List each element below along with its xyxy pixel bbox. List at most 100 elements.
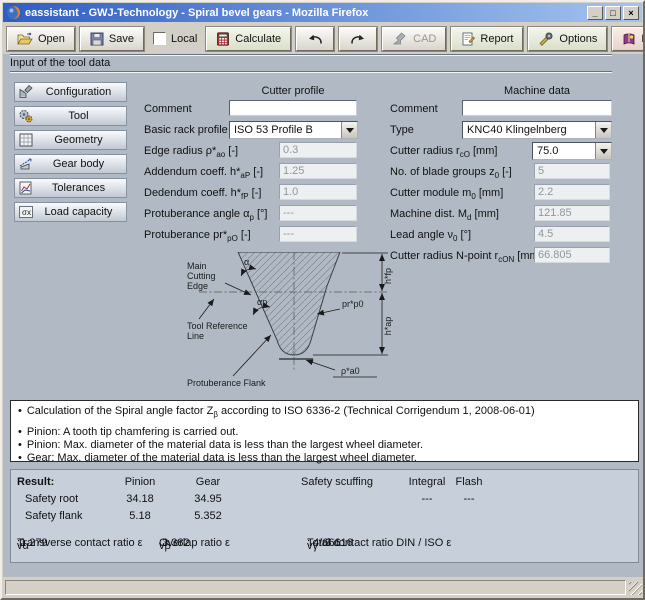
redo-button[interactable]: [339, 27, 377, 51]
open-button[interactable]: Open: [7, 27, 75, 51]
total-contact-ratio: Total contact ratio DIN / ISO εvγ: 4.661…: [307, 537, 325, 549]
bullet-icon: •: [18, 439, 22, 452]
safety-root-flash: ---: [464, 493, 475, 505]
cutter-comment-input[interactable]: [229, 100, 357, 116]
dedendum-coeff-input[interactable]: [279, 184, 357, 200]
message-line: • Calculation of the Spiral angle factor…: [18, 405, 631, 418]
messages-box: • Calculation of the Spiral angle factor…: [10, 400, 639, 462]
protuberance-angle-label: Protuberance angle αp [°]: [144, 208, 267, 220]
local-label: Local: [171, 33, 197, 45]
chevron-down-icon[interactable]: [595, 143, 611, 159]
safety-flank-gear: 5.352: [194, 510, 222, 522]
calculate-button[interactable]: Calculate: [206, 27, 291, 51]
sidebar-item-geometry[interactable]: Geometry: [14, 130, 127, 150]
cad-icon: [392, 32, 408, 45]
addendum-coeff-input[interactable]: [279, 163, 357, 179]
diagram-label-ref-2: Line: [187, 331, 204, 341]
title-bar: eassistant - GWJ-Technology - Spiral bev…: [3, 3, 642, 22]
machine-type-dropdown[interactable]: KNC40 Klingelnberg: [462, 121, 612, 139]
diagram-label-alpha-p: αp: [257, 297, 267, 307]
diagram-label-ref-1: Tool Reference: [187, 321, 248, 331]
message-line: • Pinion: A tooth tip chamfering is carr…: [18, 426, 631, 439]
basic-rack-profile-label: Basic rack profile: [144, 124, 228, 136]
addendum-coeff-label: Addendum coeff. h*aP [-]: [144, 166, 263, 178]
save-button[interactable]: Save: [80, 27, 144, 51]
sidebar-item-tolerances[interactable]: Tolerances: [14, 178, 127, 198]
diagram-label-main-2: Cutting: [187, 271, 216, 281]
redo-arrow-icon: [349, 33, 367, 45]
undo-arrow-icon: [306, 33, 324, 45]
column-header-flash: Flash: [456, 476, 483, 488]
sidebar-item-configuration[interactable]: Configuration: [14, 82, 127, 102]
report-document-icon: [461, 32, 475, 46]
bullet-icon: •: [18, 452, 22, 465]
options-button[interactable]: Options: [528, 27, 607, 51]
diagram-label-protuberance: Protuberance Flank: [187, 378, 266, 388]
cad-button: CAD: [382, 27, 446, 51]
lead-angle-input[interactable]: [534, 226, 610, 242]
resize-grip-icon[interactable]: [629, 582, 642, 595]
window-title: eassistant - GWJ-Technology - Spiral bev…: [25, 7, 587, 19]
sidebar-item-gear-body[interactable]: Gear body: [14, 154, 127, 174]
edge-radius-input[interactable]: [279, 142, 357, 158]
firefox-icon: [6, 5, 21, 20]
column-header-pinion: Pinion: [125, 476, 156, 488]
sidebar-item-tool[interactable]: Tool: [14, 106, 127, 126]
close-button[interactable]: ×: [623, 6, 639, 20]
toolbar-separator: [10, 54, 612, 56]
app-window: eassistant - GWJ-Technology - Spiral bev…: [0, 0, 645, 600]
blade-groups-input[interactable]: [534, 163, 610, 179]
protuberance-pr-input[interactable]: [279, 226, 357, 242]
local-option: Local: [149, 32, 201, 45]
chevron-down-icon[interactable]: [341, 122, 357, 138]
main-toolbar: Open Save Local Calcu: [3, 23, 642, 54]
cutter-profile-diagram: Main Cutting Edge Tool Reference Line Pr…: [185, 252, 422, 394]
bullet-icon: •: [18, 405, 22, 418]
chevron-down-icon[interactable]: [595, 122, 611, 138]
cutter-module-input[interactable]: [534, 184, 610, 200]
safety-root-gear: 34.95: [194, 493, 222, 505]
bullet-icon: •: [18, 426, 22, 439]
blade-groups-label: No. of blade groups z0 [-]: [390, 166, 512, 178]
help-button[interactable]: Help: [612, 27, 645, 51]
cutter-radius-label: Cutter radius rcO [mm]: [390, 145, 497, 157]
tool-gears-icon: [18, 108, 34, 124]
machine-dist-label: Machine dist. Md [mm]: [390, 208, 499, 220]
protuberance-pr-label: Protuberance pr*pO [-]: [144, 229, 251, 241]
status-bar: [3, 577, 644, 597]
local-checkbox[interactable]: [153, 32, 166, 45]
undo-button[interactable]: [296, 27, 334, 51]
sidebar-item-load-capacity[interactable]: σx Load capacity: [14, 202, 127, 222]
status-field: [5, 580, 626, 595]
tolerances-chart-icon: [18, 180, 34, 196]
diagram-label-main-3: Edge: [187, 281, 208, 291]
calculator-icon: [216, 32, 230, 46]
machine-data-title: Machine data: [452, 85, 622, 97]
cutter-radius-n-point-input[interactable]: [534, 247, 610, 263]
diagram-label-hfp: h*fp: [383, 268, 393, 284]
minimize-button[interactable]: _: [587, 6, 603, 20]
machine-type-label: Type: [390, 124, 414, 136]
cutter-radius-dropdown[interactable]: 75.0: [532, 142, 612, 160]
diagram-label-rho: ρ*a0: [341, 366, 360, 376]
safety-root-label: Safety root: [25, 493, 78, 505]
dedendum-coeff-label: Dedendum coeff. h*fP [-]: [144, 187, 261, 199]
maximize-button[interactable]: □: [605, 6, 621, 20]
result-panel: Result: Pinion Gear Safety scuffing Inte…: [10, 469, 639, 563]
diagram-label-main-1: Main: [187, 261, 207, 271]
message-line: • Gear: Max. diameter of the material da…: [18, 452, 631, 465]
machine-comment-input[interactable]: [462, 100, 612, 116]
title-separator: [10, 71, 612, 73]
protuberance-angle-input[interactable]: [279, 205, 357, 221]
diagram-label-hap: h*ap: [383, 317, 393, 336]
options-tool-icon: [538, 32, 554, 46]
overlap-ratio: Overlap ratio εvβ: 3.382: [159, 537, 162, 549]
report-button[interactable]: Report: [451, 27, 523, 51]
gear-body-icon: [18, 156, 34, 172]
open-folder-icon: [17, 32, 33, 46]
basic-rack-profile-dropdown[interactable]: ISO 53 Profile B: [229, 121, 358, 139]
machine-dist-input[interactable]: [534, 205, 610, 221]
safety-root-integral: ---: [422, 493, 433, 505]
cutter-module-label: Cutter module m0 [mm]: [390, 187, 503, 199]
diagram-label-pr: pr*p0: [342, 299, 364, 309]
